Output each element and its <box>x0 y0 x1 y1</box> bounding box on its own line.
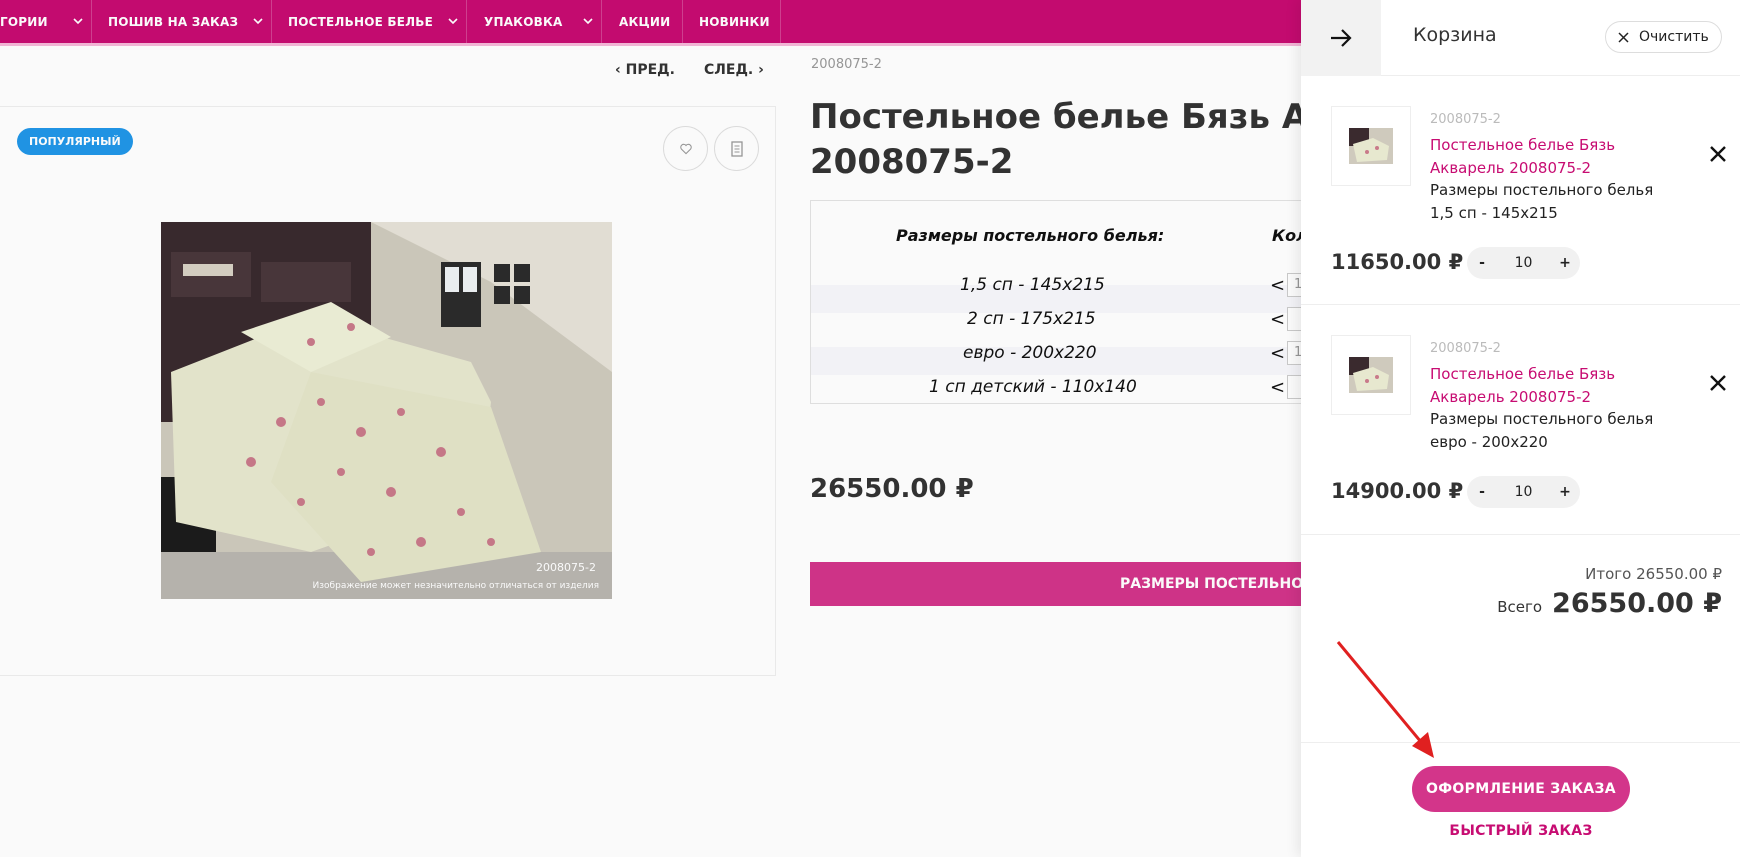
cart-total: Всего 26550.00 ₽ <box>1497 588 1722 619</box>
quick-order-button[interactable]: БЫСТРЫЙ ЗАКАЗ <box>1412 823 1630 839</box>
cart-item-desc: Размеры постельного белья 1,5 сп - 145х2… <box>1430 181 1654 222</box>
cart-item-price: 14900.00 ₽ <box>1331 479 1464 503</box>
cart-header: Корзина Очистить <box>1301 0 1740 76</box>
cart-item-thumbnail[interactable] <box>1331 106 1411 186</box>
cart-item: 2008075-2 Постельное белье Бязь Акварель… <box>1301 76 1740 305</box>
clear-cart-button[interactable]: Очистить <box>1605 21 1722 53</box>
cart-subtotal: Итого 26550.00 ₽ <box>1585 565 1722 583</box>
bedding-thumbnail <box>1349 357 1393 393</box>
close-cart-button[interactable] <box>1301 0 1381 76</box>
cart-item: 2008075-2 Постельное белье Бязь Акварель… <box>1301 305 1740 535</box>
cart-item-name[interactable]: Постельное белье Бязь Акварель 2008075-2 <box>1430 363 1680 409</box>
decrement-button[interactable]: - <box>1476 484 1488 500</box>
increment-button[interactable]: + <box>1559 484 1571 500</box>
cart-item-price: 11650.00 ₽ <box>1331 250 1464 274</box>
close-icon <box>1618 31 1629 43</box>
remove-item-icon[interactable] <box>1709 374 1727 392</box>
cart-item-sku: 2008075-2 <box>1430 112 1501 127</box>
quantity-value[interactable]: 10 <box>1515 484 1533 500</box>
page-overlay[interactable] <box>0 0 1301 857</box>
cart-item-thumbnail[interactable] <box>1331 335 1411 415</box>
arrow-right-icon <box>1331 29 1352 47</box>
decrement-button[interactable]: - <box>1476 255 1488 271</box>
cart-item-desc: Размеры постельного белья евро - 200х220 <box>1430 410 1654 451</box>
annotation-arrow <box>1336 641 1434 758</box>
quantity-stepper: - 10 + <box>1467 476 1580 508</box>
cart-title: Корзина <box>1413 24 1497 46</box>
cart-item-name[interactable]: Постельное белье Бязь Акварель 2008075-2 <box>1430 134 1680 180</box>
increment-button[interactable]: + <box>1559 255 1571 271</box>
remove-item-icon[interactable] <box>1709 145 1727 163</box>
quantity-value[interactable]: 10 <box>1515 255 1533 271</box>
cart-item-sku: 2008075-2 <box>1430 341 1501 356</box>
quantity-stepper: - 10 + <box>1467 247 1580 279</box>
checkout-button[interactable]: ОФОРМЛЕНИЕ ЗАКАЗА <box>1412 766 1630 812</box>
bedding-thumbnail <box>1349 128 1393 164</box>
